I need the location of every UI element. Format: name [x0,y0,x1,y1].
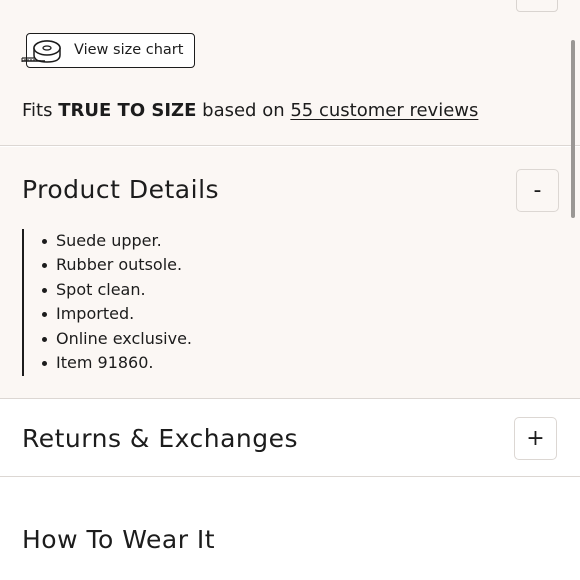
measuring-tape-icon [21,40,61,63]
list-item: Item 91860. [41,351,192,375]
fit-prefix: Fits [22,100,53,121]
list-item: Rubber outsole. [41,253,192,277]
how-to-wear-section: How To Wear It [0,478,580,580]
scrollbar-thumb[interactable] [571,40,575,218]
returns-exchanges-section: Returns & Exchanges + [0,400,580,477]
product-details-list: Suede upper. Rubber outsole. Spot clean.… [22,229,192,376]
returns-exchanges-title[interactable]: Returns & Exchanges [22,424,298,453]
product-details-section: Product Details - Suede upper. Rubber ou… [0,147,580,399]
list-item: Online exclusive. [41,327,192,351]
list-item: Suede upper. [41,229,192,253]
fit-middle: based on [202,100,285,121]
list-item: Spot clean. [41,278,192,302]
returns-exchanges-expand-button[interactable]: + [514,417,557,460]
view-size-chart-button[interactable]: View size chart [21,33,195,68]
previous-section-toggle-button[interactable] [516,0,558,12]
list-item: Imported. [41,302,192,326]
how-to-wear-title[interactable]: How To Wear It [22,525,215,554]
fit-rating: TRUE TO SIZE [58,100,197,121]
fit-summary: Fits TRUE TO SIZE based on 55 customer r… [22,100,478,121]
product-details-title[interactable]: Product Details [22,175,219,204]
size-fit-section: View size chart Fits TRUE TO SIZE based … [0,0,580,146]
customer-reviews-link[interactable]: 55 customer reviews [290,100,478,121]
product-details-collapse-button[interactable]: - [516,169,559,212]
view-size-chart-label: View size chart [74,42,184,58]
